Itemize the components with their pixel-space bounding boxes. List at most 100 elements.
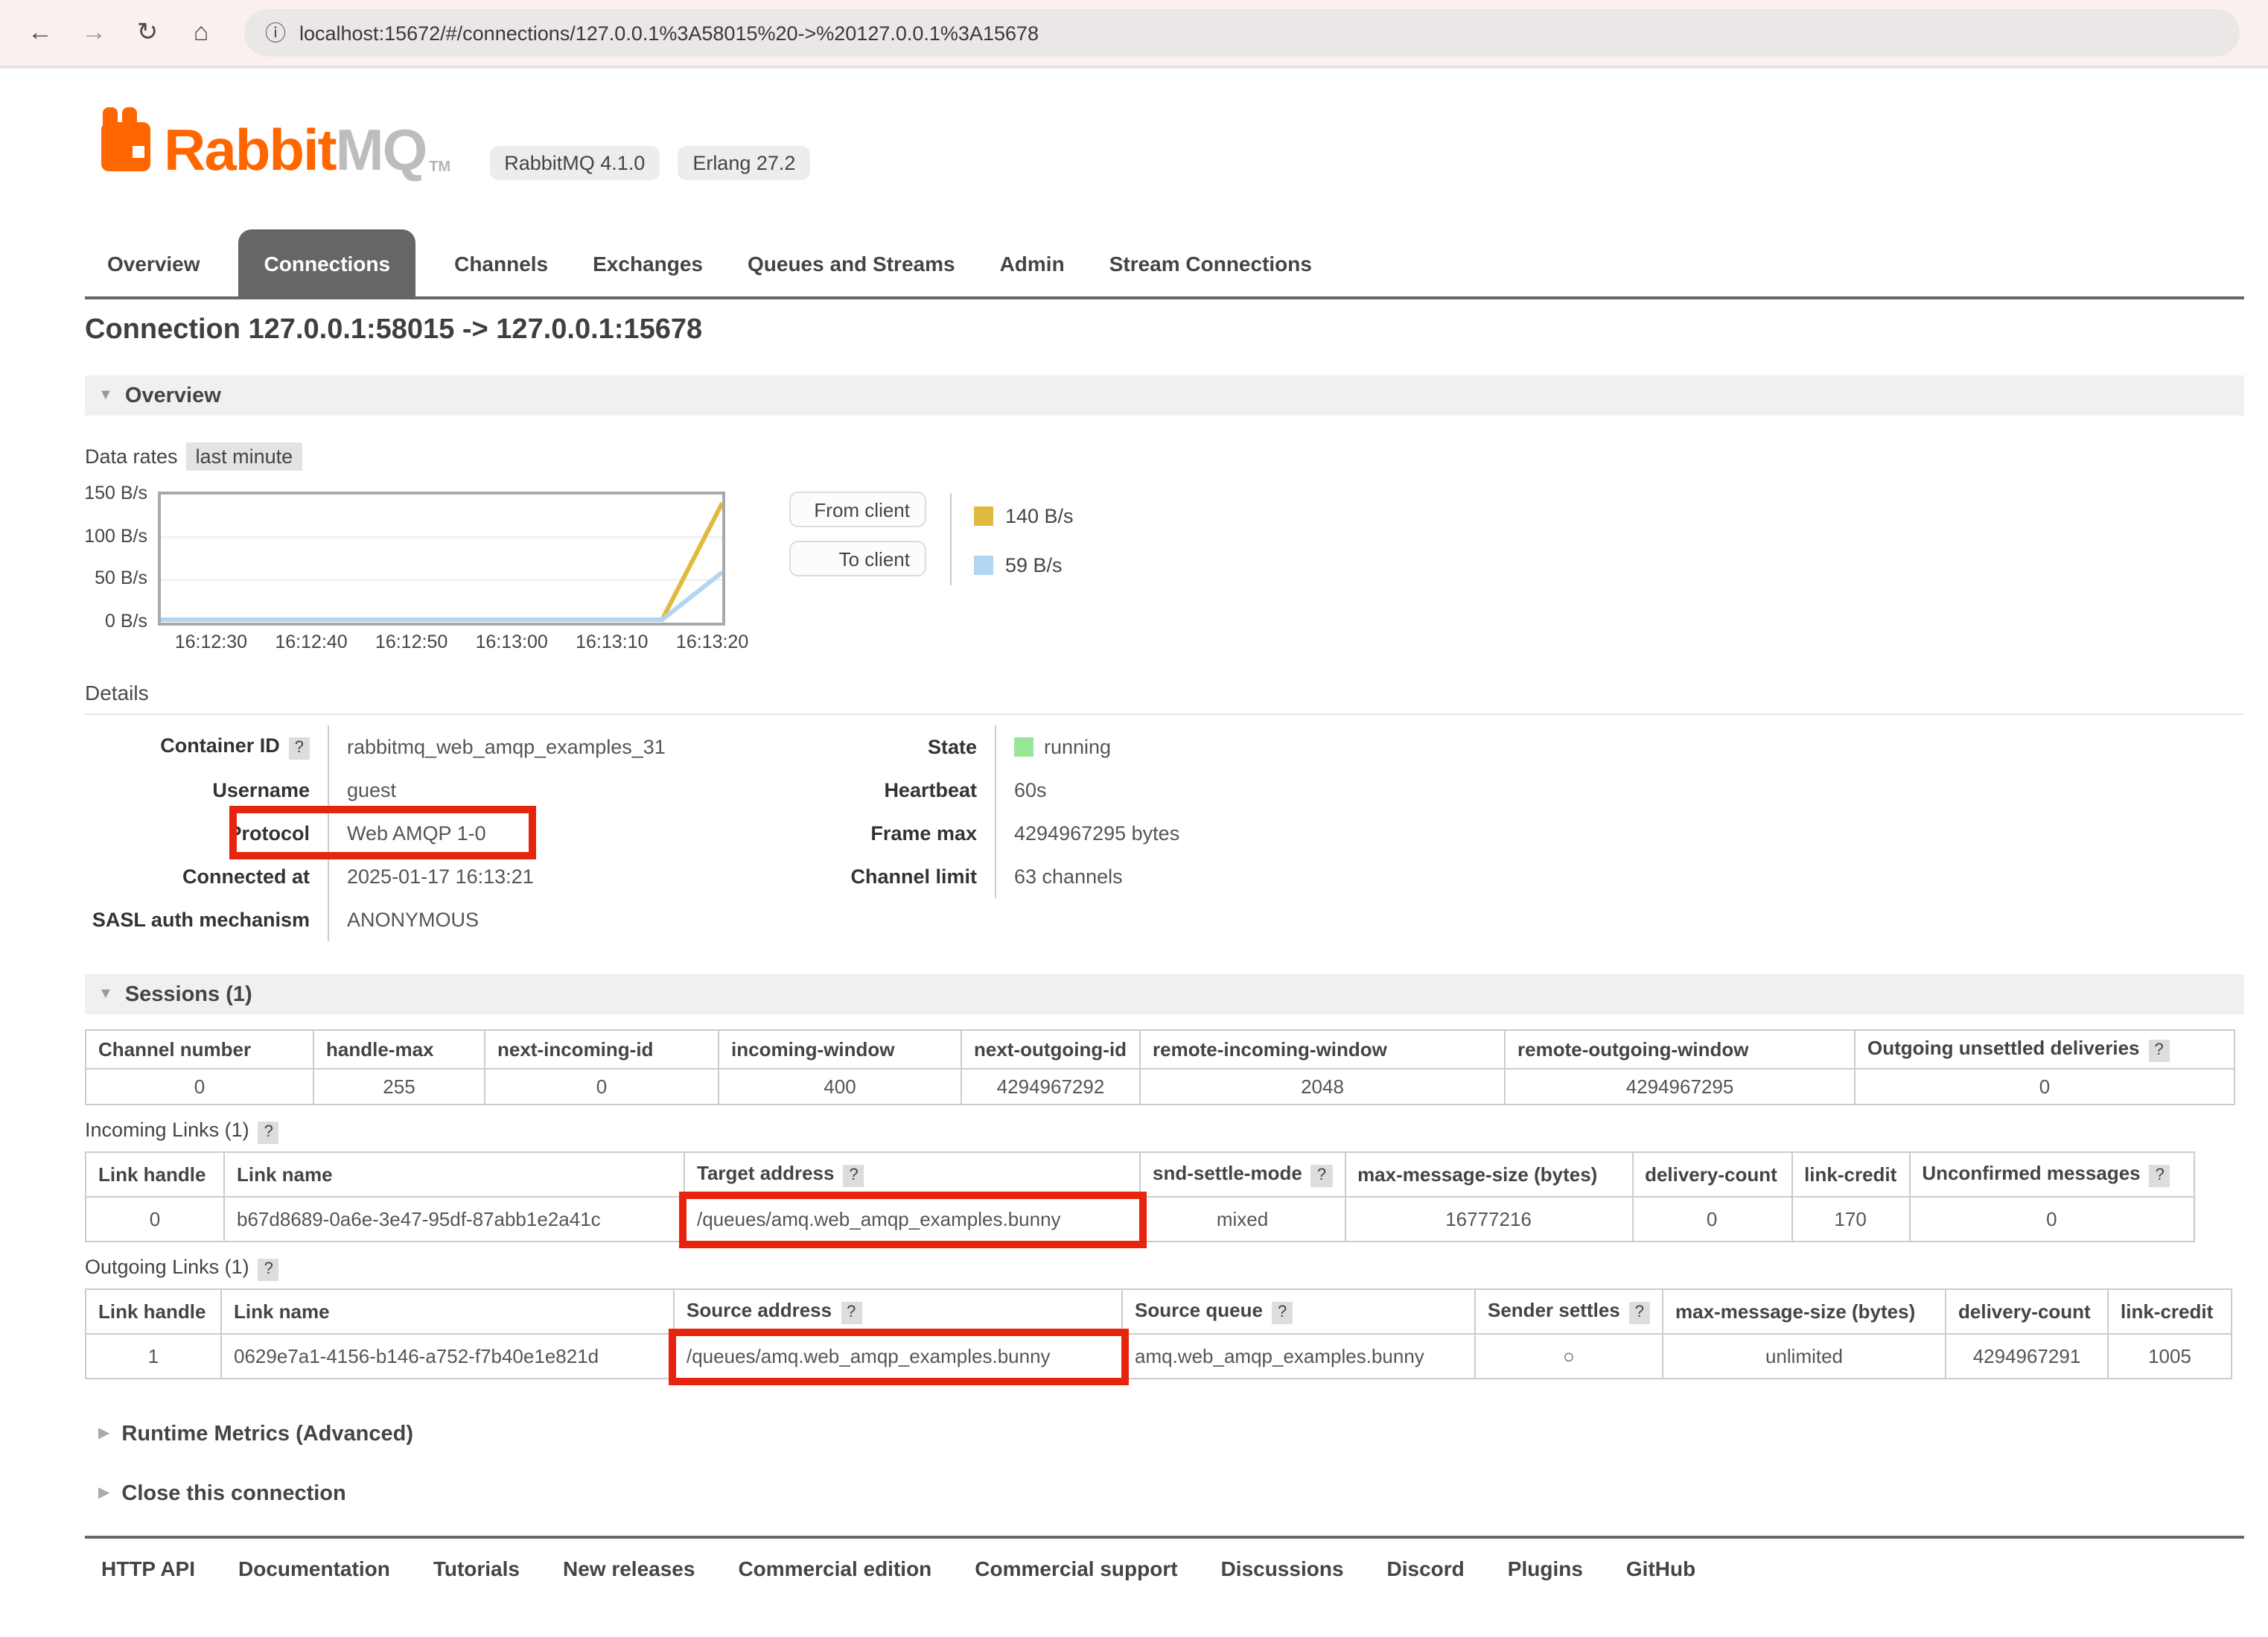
from-client-rate: 140 B/s [974, 498, 1074, 533]
tab-stream-connections[interactable]: Stream Connections [1087, 252, 1334, 296]
to-client-button[interactable]: To client [789, 541, 926, 576]
cell: 255 [313, 1069, 485, 1104]
cell: 2048 [1140, 1069, 1505, 1104]
fact-row-protocol: Protocol Web AMQP 1-0 [85, 812, 734, 855]
incoming-links-label: Incoming Links (1)? [85, 1119, 2244, 1144]
column-header-remote-incoming-window: remote-incoming-window [1140, 1030, 1505, 1069]
browser-window: ← → ↻ ⌂ ⓘ localhost:15672/#/connections/… [0, 0, 2268, 1637]
from-client-button[interactable]: From client [789, 492, 926, 527]
fact-row-sasl-auth-mechanism: SASL auth mechanism ANONYMOUS [85, 898, 734, 941]
x-axis-tick: 16:13:20 [676, 632, 748, 652]
help-icon[interactable]: ? [1311, 1165, 1332, 1187]
column-header-channel-number: Channel number [86, 1030, 313, 1069]
footer-link-commercial-support[interactable]: Commercial support [975, 1557, 1177, 1580]
footer-link-new-releases[interactable]: New releases [563, 1557, 695, 1580]
footer-links: HTTP API Documentation Tutorials New rel… [101, 1557, 2244, 1580]
fact-row-state: State running [748, 725, 1179, 769]
tab-admin[interactable]: Admin [978, 252, 1087, 296]
tab-exchanges[interactable]: Exchanges [570, 252, 725, 296]
cell: b67d8689-0a6e-3e47-95df-87abb1e2a41c [224, 1197, 684, 1242]
reload-icon[interactable]: ↻ [125, 10, 170, 55]
state-green-indicator [1014, 737, 1033, 757]
footer-link-discussions[interactable]: Discussions [1221, 1557, 1344, 1580]
from-client-swatch [974, 506, 993, 525]
chart-plot-svg [161, 495, 722, 623]
cell: 4294967291 [1946, 1334, 2108, 1379]
main-nav-tabs: Overview Connections Channels Exchanges … [85, 229, 2244, 299]
footer-divider [85, 1536, 2244, 1539]
trademark-label: TM [429, 155, 450, 182]
tab-channels[interactable]: Channels [432, 252, 570, 296]
cell: 4294967292 [961, 1069, 1140, 1104]
sessions-section-header[interactable]: ▼ Sessions (1) [85, 974, 2244, 1014]
chrome-divider [0, 66, 2268, 69]
cell: 4294967295 [1505, 1069, 1855, 1104]
x-axis-tick: 16:13:10 [576, 632, 648, 652]
column-header-source-queue: Source queue? [1122, 1289, 1475, 1334]
fact-row-container-id: Container ID? rabbitmq_web_amqp_examples… [85, 725, 734, 769]
help-icon[interactable]: ? [2149, 1040, 2170, 1062]
table-row: 0b67d8689-0a6e-3e47-95df-87abb1e2a41c/qu… [86, 1197, 2194, 1242]
column-header-next-outgoing-id: next-outgoing-id [961, 1030, 1140, 1069]
outgoing-links-label: Outgoing Links (1)? [85, 1256, 2244, 1281]
column-header-link-handle: Link handle [86, 1152, 224, 1197]
column-header-outgoing-unsettled-deliveries: Outgoing unsettled deliveries? [1855, 1030, 2234, 1069]
tab-queues-and-streams[interactable]: Queues and Streams [725, 252, 978, 296]
site-info-icon[interactable]: ⓘ [265, 18, 286, 48]
y-axis-tick: 100 B/s [84, 525, 147, 546]
cell: amq.web_amqp_examples.bunny [1122, 1334, 1475, 1379]
help-icon[interactable]: ? [1272, 1302, 1293, 1324]
footer-link-github[interactable]: GitHub [1626, 1557, 1695, 1580]
chart-legend: From client To client 140 B/s 59 B/s [789, 492, 1074, 596]
x-axis-tick: 16:12:50 [375, 632, 447, 652]
footer-link-discord[interactable]: Discord [1387, 1557, 1465, 1580]
cell: 0 [485, 1069, 719, 1104]
tab-overview[interactable]: Overview [85, 252, 223, 296]
help-icon[interactable]: ? [841, 1302, 861, 1324]
close-connection-section-header[interactable]: ▶ Close this connection [98, 1482, 2244, 1506]
x-axis-tick: 16:13:00 [476, 632, 548, 652]
footer-link-commercial-edition[interactable]: Commercial edition [738, 1557, 931, 1580]
back-icon[interactable]: ← [18, 10, 63, 55]
footer-link-documentation[interactable]: Documentation [238, 1557, 390, 1580]
cell: 0 [86, 1069, 313, 1104]
expand-triangle-icon: ▶ [98, 1487, 109, 1501]
expand-triangle-icon: ▶ [98, 1427, 109, 1442]
overview-section-header[interactable]: ▼ Overview [85, 375, 2244, 416]
address-bar[interactable]: ⓘ localhost:15672/#/connections/127.0.0.… [244, 9, 2240, 57]
erlang-version-badge: Erlang 27.2 [678, 146, 810, 180]
footer-link-plugins[interactable]: Plugins [1508, 1557, 1583, 1580]
runtime-metrics-section-header[interactable]: ▶ Runtime Metrics (Advanced) [98, 1423, 2244, 1446]
x-axis-tick: 16:12:30 [175, 632, 247, 652]
y-axis-tick: 50 B/s [95, 568, 147, 589]
rabbitmq-logo-text[interactable]: RabbitMQ [164, 122, 426, 182]
page-content: RabbitMQ TM RabbitMQ 4.1.0 Erlang 27.2 O… [0, 115, 2268, 1580]
column-header-link-credit: link-credit [1791, 1152, 1909, 1197]
footer-link-http-api[interactable]: HTTP API [101, 1557, 195, 1580]
help-icon[interactable]: ? [1629, 1302, 1650, 1324]
rate-mode-selector[interactable]: last minute [187, 442, 302, 471]
help-icon[interactable]: ? [2150, 1165, 2170, 1187]
cell: 0 [86, 1197, 224, 1242]
footer-link-tutorials[interactable]: Tutorials [433, 1557, 520, 1580]
help-icon[interactable]: ? [289, 737, 310, 760]
cell: unlimited [1663, 1334, 1946, 1379]
cell: 0 [1909, 1197, 2194, 1242]
cell: 1 [86, 1334, 221, 1379]
cell: 400 [719, 1069, 961, 1104]
fact-row-username: Username guest [85, 769, 734, 812]
url-text: localhost:15672/#/connections/127.0.0.1%… [299, 22, 1039, 44]
home-icon[interactable]: ⌂ [179, 10, 223, 55]
tab-connections[interactable]: Connections [239, 229, 416, 296]
browser-chrome: ← → ↻ ⌂ ⓘ localhost:15672/#/connections/… [0, 0, 2268, 66]
cell: mixed [1140, 1197, 1345, 1242]
column-header-handle-max: handle-max [313, 1030, 485, 1069]
help-icon[interactable]: ? [258, 1122, 279, 1144]
help-icon[interactable]: ? [258, 1259, 279, 1281]
fact-row-connected-at: Connected at 2025-01-17 16:13:21 [85, 855, 734, 898]
column-header-source-address: Source address? [674, 1289, 1122, 1334]
forward-icon[interactable]: → [71, 10, 116, 55]
cell: 1005 [2108, 1334, 2232, 1379]
help-icon[interactable]: ? [844, 1165, 864, 1187]
cell: 0 [1632, 1197, 1791, 1242]
